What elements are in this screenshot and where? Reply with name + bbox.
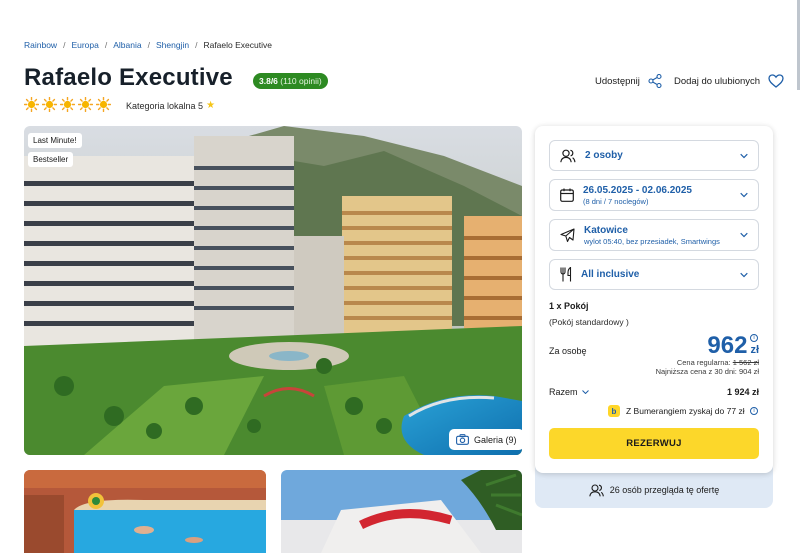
regular-price-value: 1 562 zł xyxy=(732,358,759,367)
rating-badge[interactable]: 3.8/6 (110 opinii) xyxy=(253,73,328,89)
breadcrumb: Rainbow / Europa / Albania / Shengjin / … xyxy=(24,40,272,50)
sun-icon xyxy=(78,97,93,112)
total-price: 1 924 zł xyxy=(726,387,759,397)
sun-icon xyxy=(96,97,111,112)
local-category: Kategoria lokalna 5 ★ xyxy=(126,100,215,111)
sun-icon xyxy=(60,97,75,112)
users-icon xyxy=(560,149,576,162)
departure-details: wylot 05:40, bez przesiadek, Smartwings xyxy=(584,236,720,246)
bestseller-tag: Bestseller xyxy=(28,152,74,167)
total-label: Razem xyxy=(549,387,578,397)
gallery-label: Galeria (9) xyxy=(474,434,517,445)
gallery-thumbnail[interactable] xyxy=(281,470,522,553)
rating-score: 3.8/6 xyxy=(259,76,278,86)
heart-icon xyxy=(768,74,784,88)
chevron-down-icon xyxy=(740,272,748,277)
breadcrumb-separator: / xyxy=(147,40,150,50)
gallery-thumbnail[interactable] xyxy=(24,470,266,553)
price-value: 962 xyxy=(707,332,748,359)
bumerang-logo-icon: b xyxy=(608,405,620,417)
room-type: (Pokój standardowy ) xyxy=(549,317,629,327)
dates-select[interactable]: 26.05.2025 - 02.06.2025 (8 dni / 7 nocle… xyxy=(549,179,759,211)
dates-duration: (8 dni / 7 noclegów) xyxy=(583,196,649,206)
chevron-down-icon xyxy=(740,153,748,158)
board-value: All inclusive xyxy=(581,269,640,280)
chevron-down-icon xyxy=(581,390,589,394)
viewers-text: 26 osób przegląda tę ofertę xyxy=(609,485,720,495)
cutlery-icon xyxy=(560,267,572,282)
bumerang-promo: b Z Bumerangiem zyskaj do 77 zł xyxy=(608,405,745,417)
breadcrumb-separator: / xyxy=(104,40,108,50)
breadcrumb-link-europa[interactable]: Europa xyxy=(71,40,98,50)
breadcrumb-link-shengjin[interactable]: Shengjin xyxy=(156,40,189,50)
share-button[interactable]: Udostępnij xyxy=(595,74,662,88)
airplane-icon xyxy=(560,227,575,242)
gallery-button[interactable]: Galeria (9) xyxy=(449,429,524,450)
breadcrumb-link-rainbow[interactable]: Rainbow xyxy=(24,40,57,50)
add-to-favorites-button[interactable]: Dodaj do ulubionych xyxy=(674,74,784,88)
last-minute-tag: Last Minute! xyxy=(28,133,82,148)
departure-select[interactable]: Katowice wylot 05:40, bez przesiadek, Sm… xyxy=(549,219,759,251)
breadcrumb-link-albania[interactable]: Albania xyxy=(113,40,141,50)
price-currency: zł xyxy=(750,344,759,356)
lowest-price-30-days: Najniższa cena z 30 dni: 904 zł xyxy=(655,367,759,376)
hotel-title: Rafaelo Executive xyxy=(24,64,233,91)
per-person-label: Za osobę xyxy=(549,346,587,356)
departure-city: Katowice xyxy=(584,224,628,236)
regular-price-label: Cena regularna: xyxy=(676,358,731,367)
star-icon: ★ xyxy=(206,100,216,111)
reserve-button[interactable]: REZERWUJ xyxy=(549,428,759,459)
breadcrumb-separator: / xyxy=(63,40,66,50)
total-toggle[interactable]: Razem xyxy=(549,387,589,397)
chevron-down-icon xyxy=(740,192,748,198)
info-icon[interactable]: i xyxy=(750,334,758,342)
dates-value: 26.05.2025 - 02.06.2025 xyxy=(583,184,692,196)
share-label: Udostępnij xyxy=(595,75,640,87)
favorite-label: Dodaj do ulubionych xyxy=(674,75,761,87)
share-icon xyxy=(648,74,662,88)
persons-value: 2 osoby xyxy=(585,150,623,161)
chevron-down-icon xyxy=(740,232,748,238)
users-icon xyxy=(588,483,604,496)
persons-select[interactable]: 2 osoby xyxy=(549,140,759,171)
breadcrumb-separator: / xyxy=(195,40,198,50)
info-icon[interactable]: i xyxy=(750,407,758,415)
bumerang-text: Z Bumerangiem zyskaj do 77 zł xyxy=(626,406,745,416)
sun-icon xyxy=(24,97,39,112)
sun-icon xyxy=(42,97,57,112)
room-quantity: 1 x Pokój xyxy=(549,301,589,311)
category-label: Kategoria lokalna 5 xyxy=(126,100,204,111)
rating-count: (110 opinii) xyxy=(280,76,322,86)
regular-price: Cena regularna: 1 562 zł xyxy=(677,358,759,367)
sun-rating xyxy=(24,97,111,112)
hotel-main-photo[interactable] xyxy=(24,126,522,455)
camera-icon xyxy=(456,434,469,445)
board-select[interactable]: All inclusive xyxy=(549,259,759,290)
breadcrumb-current: Rafaelo Executive xyxy=(203,40,272,50)
calendar-icon xyxy=(560,188,574,202)
